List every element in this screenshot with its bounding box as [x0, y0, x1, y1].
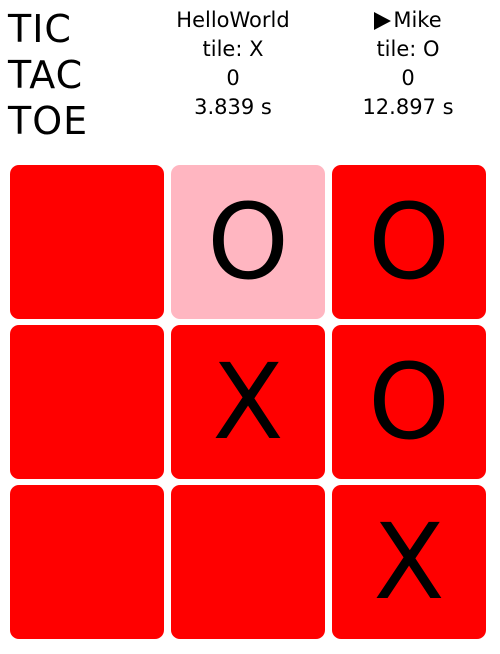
title-line-tac: TAC — [8, 53, 84, 97]
cell-mark: O — [207, 181, 289, 303]
cell-mark: X — [212, 341, 284, 463]
player-1-tile: tile: X — [202, 37, 264, 61]
cell-mark: X — [373, 501, 445, 623]
play-triangle-icon — [374, 11, 392, 30]
board-cell-6[interactable] — [10, 485, 164, 639]
player-1-time: 3.839 s — [194, 95, 272, 119]
player-1-name: HelloWorld — [176, 8, 290, 32]
player-2-time: 12.897 s — [362, 95, 454, 119]
player-1-score: 0 — [226, 66, 240, 90]
board-cell-8[interactable]: X — [332, 485, 486, 639]
player-2-name-row: Mike — [333, 6, 483, 35]
board-cell-2[interactable]: O — [332, 165, 486, 319]
board-cell-0[interactable] — [10, 165, 164, 319]
player-2-tile: tile: O — [376, 37, 440, 61]
board-cell-3[interactable] — [10, 325, 164, 479]
cell-mark: O — [368, 181, 450, 303]
player-panel-2: Mike tile: O 0 12.897 s — [333, 6, 483, 122]
board-cell-7[interactable] — [171, 485, 325, 639]
board-cell-4[interactable]: X — [171, 325, 325, 479]
player-2-name: Mike — [393, 8, 442, 32]
player-2-score: 0 — [401, 66, 415, 90]
game-board: O O X O X — [10, 165, 491, 640]
board-cell-1[interactable]: O — [171, 165, 325, 319]
game-title: TIC TAC TOE — [8, 6, 158, 144]
title-line-tic: TIC — [8, 7, 72, 51]
player-panel-1: HelloWorld tile: X 0 3.839 s — [158, 6, 308, 122]
player-1-name-row: HelloWorld — [158, 6, 308, 35]
board-cell-5[interactable]: O — [332, 325, 486, 479]
title-line-toe: TOE — [8, 99, 89, 143]
cell-mark: O — [368, 341, 450, 463]
